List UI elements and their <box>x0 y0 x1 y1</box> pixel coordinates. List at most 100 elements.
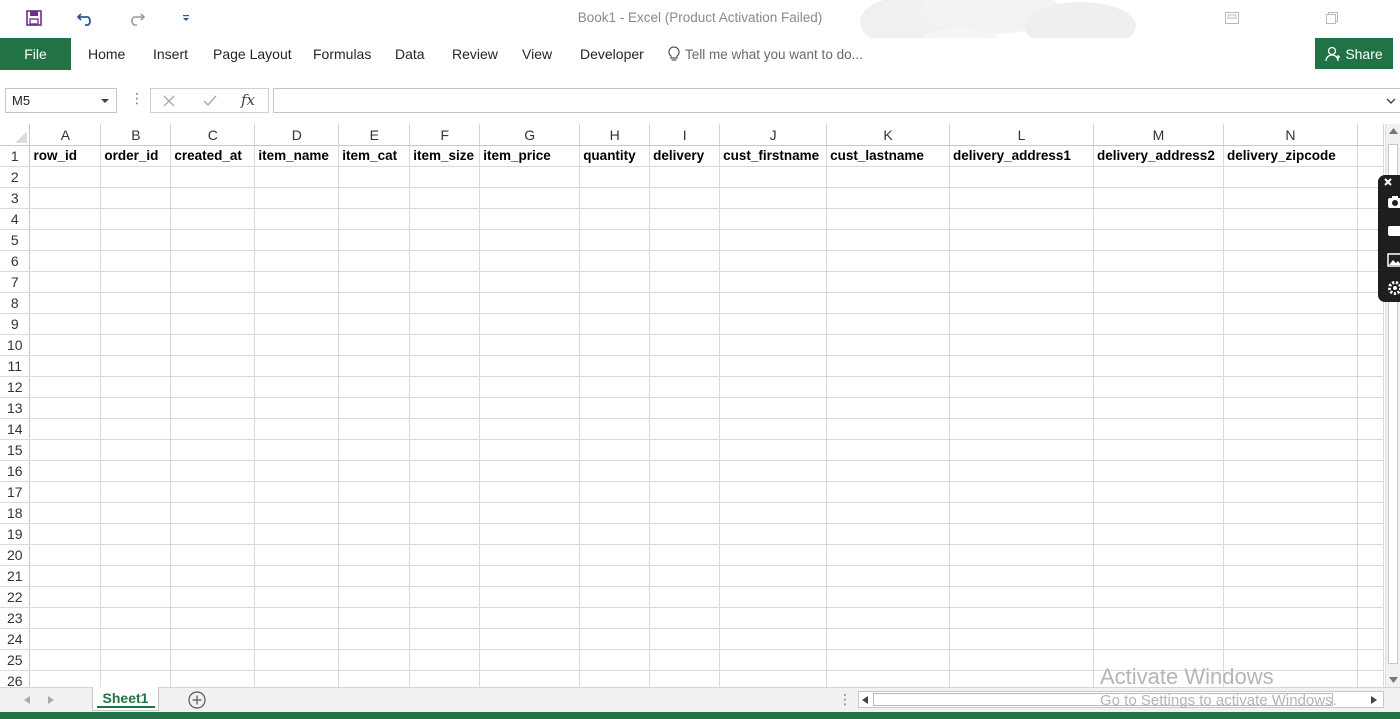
cell[interactable] <box>479 418 581 440</box>
cell[interactable] <box>1093 481 1224 503</box>
cell[interactable] <box>479 460 581 482</box>
cell[interactable] <box>29 208 102 230</box>
cell[interactable] <box>579 271 651 293</box>
cell[interactable] <box>254 523 340 545</box>
cell[interactable] <box>579 250 651 272</box>
cell[interactable] <box>29 523 102 545</box>
sheet-tab-sheet1[interactable]: Sheet1 <box>92 687 159 711</box>
camera-icon[interactable] <box>1387 194 1400 210</box>
cell[interactable] <box>254 292 340 314</box>
cell[interactable] <box>1093 607 1224 629</box>
cell[interactable] <box>1093 208 1224 230</box>
cell[interactable] <box>719 250 828 272</box>
column-header-g[interactable]: G <box>479 124 581 146</box>
worksheet-grid[interactable]: ABCDEFGHIJKLMN 1 row_id order_id created_at… <box>0 124 1384 687</box>
cell[interactable] <box>949 313 1094 335</box>
cell[interactable] <box>479 250 581 272</box>
cell[interactable] <box>254 628 340 650</box>
row-header[interactable]: 12 <box>0 376 31 398</box>
cell[interactable] <box>579 460 651 482</box>
column-header-f[interactable]: F <box>409 124 481 146</box>
cell[interactable] <box>579 544 651 566</box>
cell[interactable] <box>338 502 411 524</box>
cell[interactable] <box>1223 481 1358 503</box>
cell[interactable] <box>1357 523 1384 545</box>
cell[interactable] <box>949 649 1094 671</box>
cell[interactable] <box>826 607 951 629</box>
cell[interactable] <box>1093 250 1224 272</box>
cell[interactable] <box>719 439 828 461</box>
scroll-sheets-left-icon[interactable] <box>24 696 30 704</box>
cell[interactable] <box>719 523 828 545</box>
name-box[interactable]: M5 <box>5 88 117 113</box>
share-button[interactable]: Share <box>1315 38 1393 69</box>
cell[interactable] <box>29 502 102 524</box>
cell[interactable] <box>826 586 951 608</box>
cell[interactable] <box>826 292 951 314</box>
cell[interactable] <box>100 460 172 482</box>
cell[interactable] <box>29 439 102 461</box>
row-header[interactable]: 6 <box>0 250 31 272</box>
cell[interactable] <box>479 439 581 461</box>
cell[interactable] <box>479 166 581 188</box>
cell[interactable] <box>170 460 256 482</box>
cell[interactable] <box>949 523 1094 545</box>
cell[interactable] <box>29 628 102 650</box>
tab-formulas[interactable]: Formulas <box>313 38 371 70</box>
cell[interactable] <box>649 166 721 188</box>
cell[interactable] <box>826 460 951 482</box>
cell[interactable] <box>826 523 951 545</box>
row-header[interactable]: 9 <box>0 313 31 335</box>
cell[interactable]: cust_lastname <box>826 145 951 167</box>
cell[interactable] <box>100 544 172 566</box>
cell[interactable] <box>719 271 828 293</box>
cell[interactable] <box>1223 586 1358 608</box>
cell[interactable] <box>826 187 951 209</box>
column-header-k[interactable]: K <box>826 124 951 146</box>
cell[interactable] <box>170 271 256 293</box>
cell[interactable] <box>254 397 340 419</box>
cell[interactable] <box>170 334 256 356</box>
cell[interactable] <box>29 397 102 419</box>
tell-me-search[interactable]: Tell me what you want to do... <box>668 38 863 70</box>
cell[interactable] <box>254 229 340 251</box>
cell[interactable] <box>409 586 481 608</box>
cell[interactable]: delivery_zipcode <box>1223 145 1358 167</box>
cell[interactable] <box>719 355 828 377</box>
add-sheet-icon[interactable] <box>188 691 206 709</box>
cell[interactable] <box>338 586 411 608</box>
cell[interactable] <box>409 376 481 398</box>
cell[interactable]: cust_firstname <box>719 145 828 167</box>
cell[interactable] <box>338 523 411 545</box>
cell[interactable] <box>100 187 172 209</box>
cell[interactable] <box>949 418 1094 440</box>
cell[interactable] <box>29 586 102 608</box>
cell[interactable] <box>949 229 1094 251</box>
cell[interactable] <box>1093 502 1224 524</box>
cell[interactable] <box>409 481 481 503</box>
cell[interactable] <box>170 418 256 440</box>
cell[interactable] <box>719 607 828 629</box>
cell[interactable] <box>100 607 172 629</box>
scroll-right-icon[interactable] <box>1371 696 1377 704</box>
cell[interactable] <box>100 355 172 377</box>
cell[interactable] <box>100 166 172 188</box>
cell[interactable] <box>1357 355 1384 377</box>
cell[interactable] <box>170 187 256 209</box>
cell[interactable] <box>1093 628 1224 650</box>
cell[interactable] <box>409 292 481 314</box>
cell[interactable] <box>338 229 411 251</box>
row-header[interactable]: 18 <box>0 502 31 524</box>
cell[interactable] <box>579 292 651 314</box>
cell[interactable] <box>479 187 581 209</box>
cell[interactable] <box>949 670 1094 687</box>
tab-data[interactable]: Data <box>395 38 425 70</box>
cell[interactable] <box>479 376 581 398</box>
cell[interactable] <box>1093 271 1224 293</box>
cell[interactable] <box>649 628 721 650</box>
cell[interactable] <box>338 649 411 671</box>
cell[interactable] <box>254 586 340 608</box>
cell[interactable] <box>949 166 1094 188</box>
cell[interactable] <box>479 670 581 687</box>
cell[interactable] <box>949 628 1094 650</box>
